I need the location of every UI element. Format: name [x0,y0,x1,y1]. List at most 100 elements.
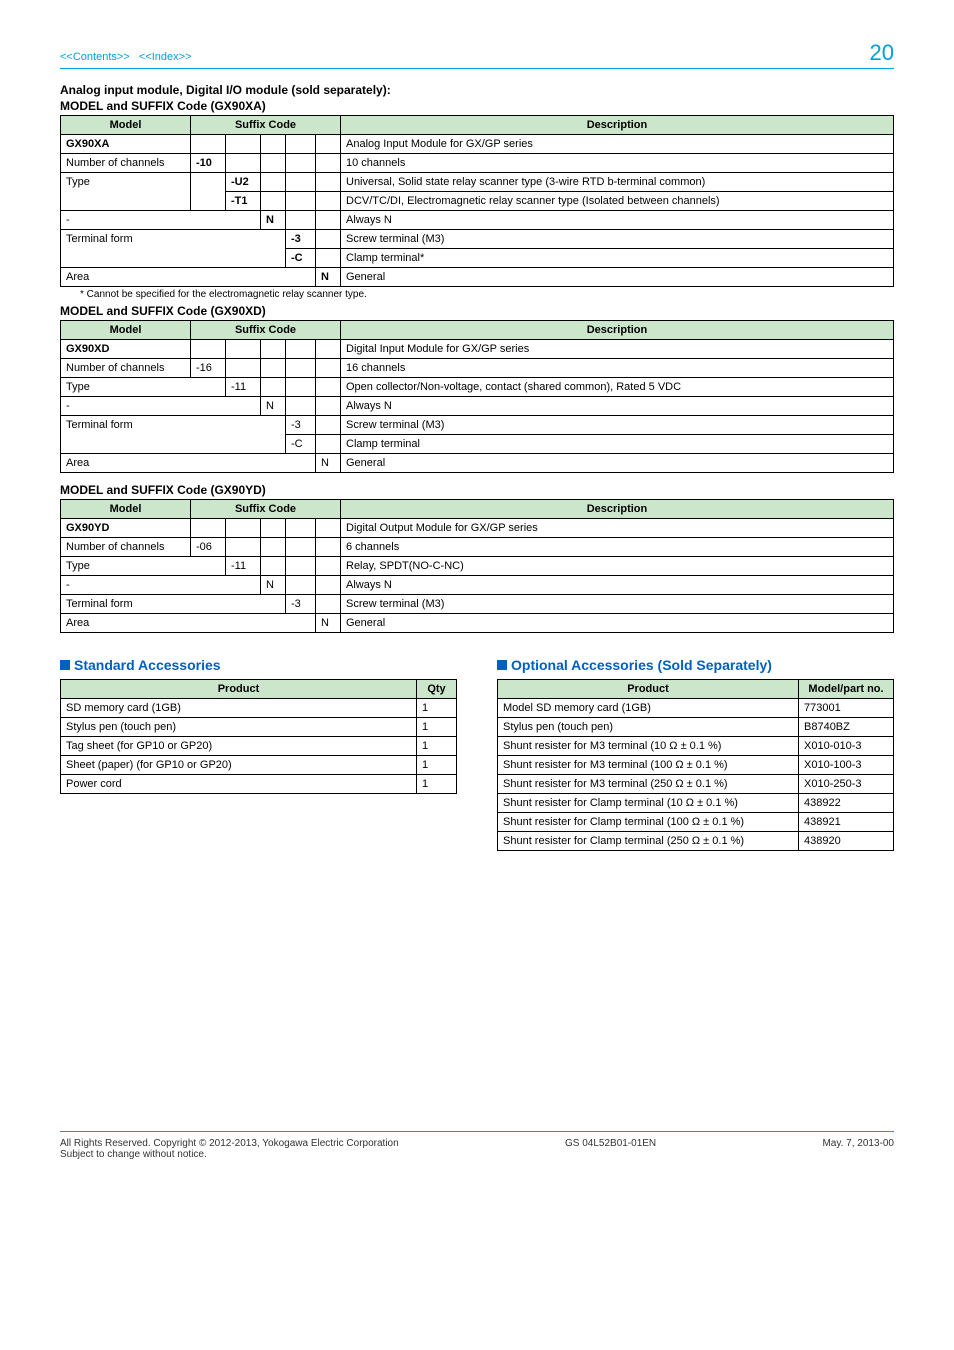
cell-code: N [316,268,341,287]
contents-link[interactable]: <<Contents>> [60,51,130,63]
cell-desc: 6 channels [341,538,894,557]
cell-code: -3 [286,230,316,249]
th-part: Model/part no. [799,680,894,699]
cell-code: -11 [226,378,261,397]
table-row: Shunt resister for M3 terminal (10 Ω ± 0… [498,737,894,756]
th-desc: Description [341,500,894,519]
table-gx90xd: Model Suffix Code Description GX90XD Digi… [60,320,894,473]
footnote-xa: * Cannot be specified for the electromag… [100,289,894,300]
cell-label: Type [61,378,226,397]
th-qty: Qty [417,680,457,699]
cell-label: Terminal form [61,230,286,268]
cell-label: Type [61,557,226,576]
th-suffix: Suffix Code [191,321,341,340]
cell-label: Area [61,614,316,633]
table-row: Shunt resister for Clamp terminal (100 Ω… [498,813,894,832]
cell-label: - [61,576,261,595]
table-row: Sheet (paper) (for GP10 or GP20)1 [61,756,457,775]
standard-accessories-heading: Standard Accessories [60,657,457,673]
cell-label: Area [61,268,316,287]
cell-code: -16 [191,359,226,378]
cell-code: N [261,397,286,416]
th-product: Product [498,680,799,699]
table-row: Shunt resister for M3 terminal (100 Ω ± … [498,756,894,775]
cell-desc: Digital Input Module for GX/GP series [341,340,894,359]
th-model: Model [61,116,191,135]
table-row: Shunt resister for Clamp terminal (250 Ω… [498,832,894,851]
top-nav: <<Contents>> <<Index>> 20 [60,40,894,69]
cell-label: Type [61,173,191,211]
cell-desc: Screw terminal (M3) [341,230,894,249]
cell-desc: General [341,614,894,633]
cell-label: GX90XA [61,135,191,154]
cell-desc: Always N [341,211,894,230]
heading-yd: MODEL and SUFFIX Code (GX90YD) [60,483,894,497]
section-heading-line2: MODEL and SUFFIX Code (GX90XA) [60,99,894,113]
cell-code: -3 [286,416,316,435]
cell-desc: General [341,454,894,473]
th-product: Product [61,680,417,699]
table-row: SD memory card (1GB)1 [61,699,457,718]
cell-desc: Always N [341,576,894,595]
footer-date: May. 7, 2013-00 [822,1138,894,1160]
table-row: Shunt resister for Clamp terminal (10 Ω … [498,794,894,813]
footer-copyright: All Rights Reserved. Copyright © 2012-20… [60,1138,399,1149]
cell-desc: Relay, SPDT(NO-C-NC) [341,557,894,576]
table-row: Shunt resister for M3 terminal (250 Ω ± … [498,775,894,794]
table-standard-accessories: ProductQty SD memory card (1GB)1 Stylus … [60,679,457,794]
table-row: Stylus pen (touch pen)1 [61,718,457,737]
cell-code: -06 [191,538,226,557]
cell-code: -11 [226,557,261,576]
heading-xd: MODEL and SUFFIX Code (GX90XD) [60,304,894,318]
cell-desc: Screw terminal (M3) [341,595,894,614]
cell-desc: 16 channels [341,359,894,378]
cell-label: Number of channels [61,359,191,378]
cell-label: - [61,397,261,416]
cell-desc: Digital Output Module for GX/GP series [341,519,894,538]
cell-label: GX90XD [61,340,191,359]
cell-label: Terminal form [61,416,286,454]
th-desc: Description [341,321,894,340]
table-gx90xa: Model Suffix Code Description GX90XAAnal… [60,115,894,287]
page-footer: All Rights Reserved. Copyright © 2012-20… [60,1131,894,1160]
square-bullet-icon [497,660,507,670]
cell-desc: Always N [341,397,894,416]
cell-code: -3 [286,595,316,614]
square-bullet-icon [60,660,70,670]
cell-label: - [61,211,261,230]
cell-label: Area [61,454,316,473]
cell-desc: Screw terminal (M3) [341,416,894,435]
index-link[interactable]: <<Index>> [139,51,192,63]
cell-desc: Open collector/Non-voltage, contact (sha… [341,378,894,397]
table-row: Stylus pen (touch pen)B8740BZ [498,718,894,737]
table-row: Tag sheet (for GP10 or GP20)1 [61,737,457,756]
cell-code: N [316,454,341,473]
th-model: Model [61,321,191,340]
cell-desc: Universal, Solid state relay scanner typ… [341,173,894,192]
cell-desc: 10 channels [341,154,894,173]
cell-code: -C [286,435,316,454]
th-suffix: Suffix Code [191,116,341,135]
cell-label: Terminal form [61,595,286,614]
cell-label: GX90YD [61,519,191,538]
cell-desc: DCV/TC/DI, Electromagnetic relay scanner… [341,192,894,211]
table-row: Model SD memory card (1GB)773001 [498,699,894,718]
page-number: 20 [870,40,894,66]
cell-code: -U2 [226,173,261,192]
th-desc: Description [341,116,894,135]
cell-label: Number of channels [61,538,191,557]
section-heading-line1: Analog input module, Digital I/O module … [60,83,894,97]
cell-code: N [261,576,286,595]
footer-notice: Subject to change without notice. [60,1149,399,1160]
cell-desc: Clamp terminal [341,435,894,454]
cell-code: N [316,614,341,633]
cell-code: -10 [191,154,226,173]
footer-doc: GS 04L52B01-01EN [565,1138,656,1160]
cell-code: N [261,211,286,230]
cell-code: -T1 [226,192,261,211]
table-optional-accessories: ProductModel/part no. Model SD memory ca… [497,679,894,851]
cell-code: -C [286,249,316,268]
table-gx90yd: Model Suffix Code Description GX90YDDigi… [60,499,894,633]
cell-desc: General [341,268,894,287]
cell-desc: Clamp terminal* [341,249,894,268]
